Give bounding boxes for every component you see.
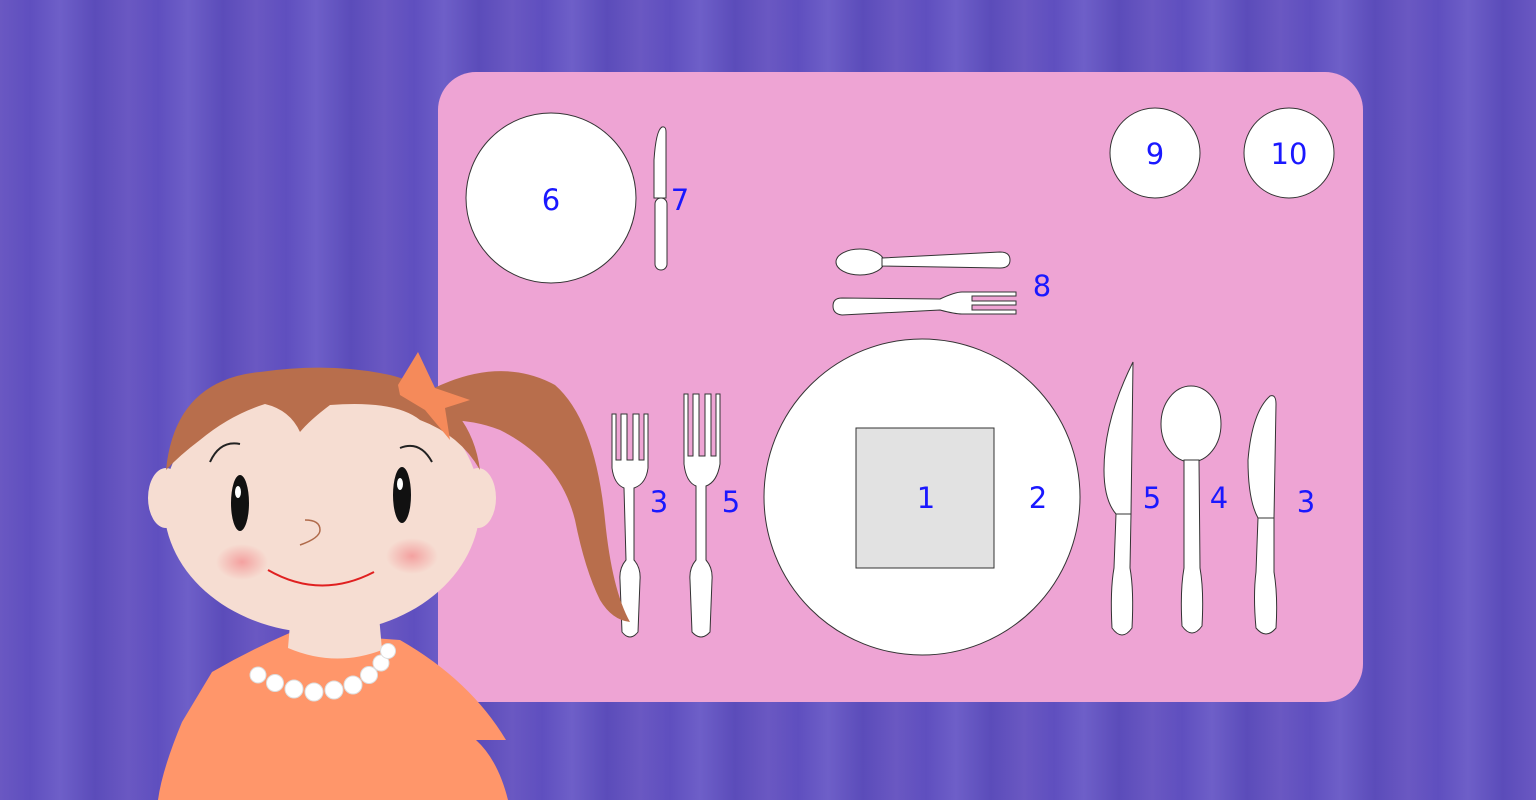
table-setting-illustration: 6 7 9 10 8 1 2 3 5 5 4 3 (148, 72, 1363, 800)
napkin-label: 1 (917, 481, 935, 515)
salad-fork-label: 3 (650, 485, 668, 519)
butter-knife (653, 126, 668, 271)
illustration-stage: 6 7 9 10 8 1 2 3 5 5 4 3 (0, 0, 1536, 800)
left-eye (231, 475, 249, 531)
right-eye (393, 467, 411, 523)
salad-knife-label: 3 (1297, 485, 1315, 519)
water-glass-label: 9 (1146, 137, 1164, 171)
dinner-knife-label: 5 (1143, 481, 1161, 515)
dinner-plate-label: 2 (1029, 481, 1047, 515)
dessert-utensils-label: 8 (1033, 269, 1051, 303)
butter-knife-label: 7 (671, 183, 689, 217)
soup-spoon-label: 4 (1210, 481, 1228, 515)
bread-plate-label: 6 (542, 183, 560, 217)
dinner-fork-label: 5 (722, 485, 740, 519)
wine-glass-label: 10 (1271, 137, 1308, 171)
